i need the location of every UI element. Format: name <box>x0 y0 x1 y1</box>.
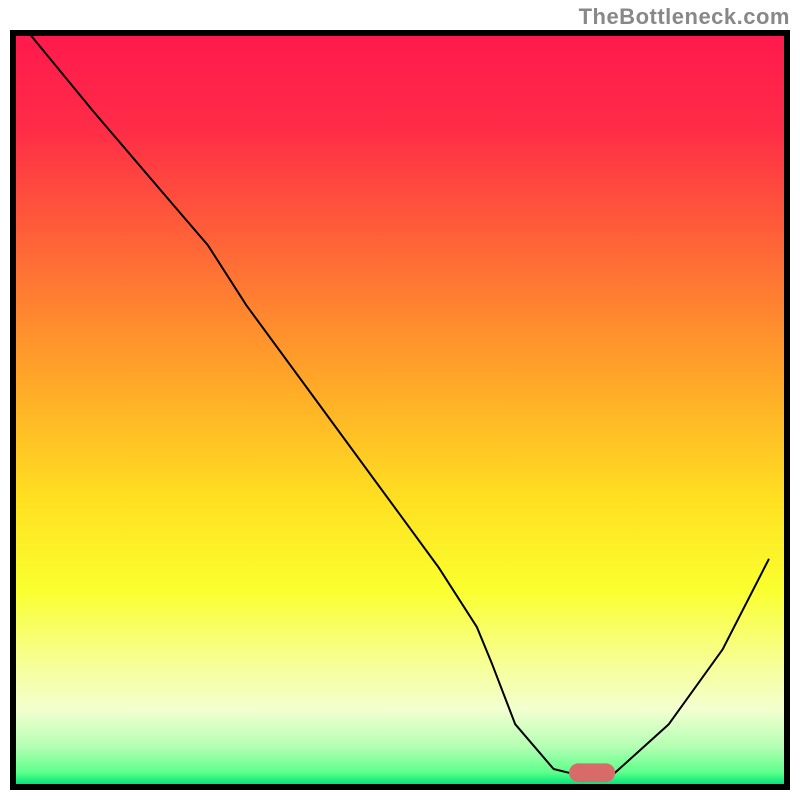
chart-frame: TheBottleneck.com <box>0 0 800 800</box>
bottleneck-chart <box>0 0 800 800</box>
watermark-text: TheBottleneck.com <box>579 4 790 30</box>
optimal-point <box>569 763 615 782</box>
gradient-background <box>16 36 784 784</box>
